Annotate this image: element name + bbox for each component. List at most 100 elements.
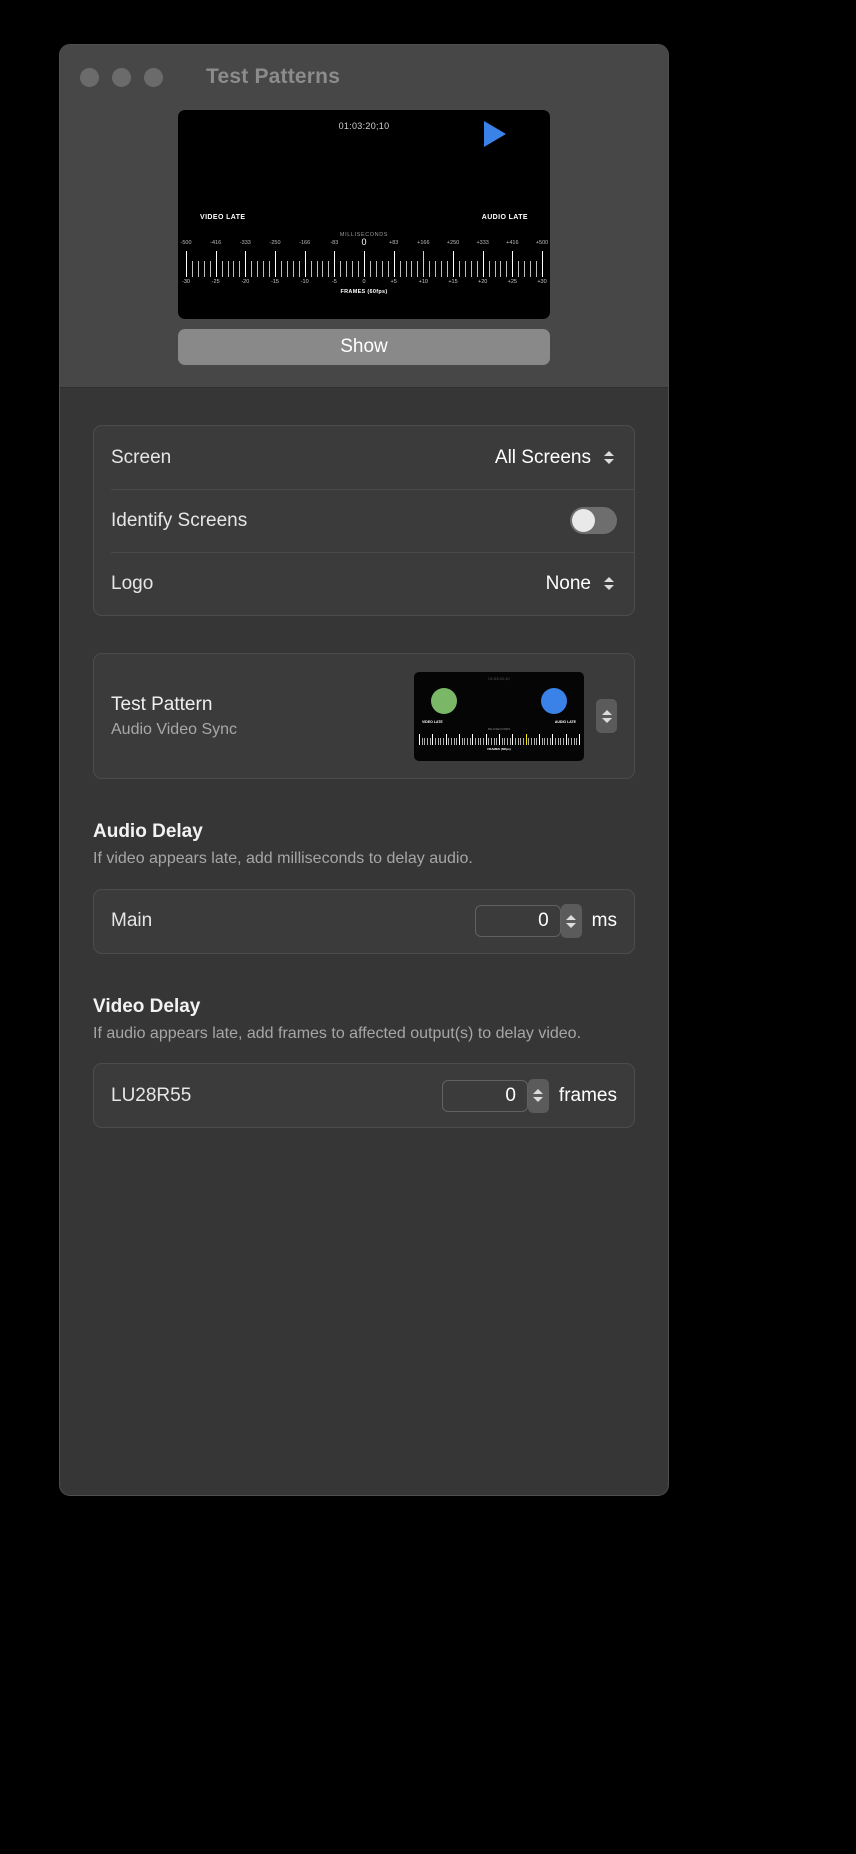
tick-mark [239,261,241,277]
tick-mark [441,261,443,277]
ms-tick-label: -166 [299,240,311,246]
preview-ms-tick-labels: -500 -416 -333 -250 -166 -83 0 +83 +166 +250 +333 +… [180,237,548,250]
tick-mark [393,251,395,277]
frame-tick-label: +25 [507,279,517,285]
tick-mark [525,733,527,745]
tick-mark [298,261,300,277]
tick-mark [443,737,444,745]
screen-value: All Screens [494,446,591,468]
display-settings-card: Screen All Screens Identify Screens Logo… [93,425,635,616]
chevron-down-icon [603,585,614,590]
tick-mark [251,261,253,277]
audio-delay-section: Audio Delay If video appears late, add m… [93,821,635,954]
video-delay-heading: Video Delay [93,995,201,1017]
tick-mark [448,737,450,745]
tick-mark [483,737,484,745]
tick-mark [421,737,423,745]
audio-delay-stepper-icon[interactable] [560,904,582,939]
frame-tick-label: -5 [331,279,337,285]
ms-tick-label: +333 [476,240,489,246]
tick-mark [485,733,487,745]
test-pattern-card: Test Pattern Audio Video Sync 01:03:20;1… [93,653,635,779]
preview-tick-marks [186,251,543,277]
video-delay-output-label: LU28R55 [111,1084,192,1106]
tick-mark [565,733,567,745]
thumbnail-timecode: 01:03:20;10 [488,675,510,681]
tick-mark [435,737,436,745]
chevron-up-icon [533,1089,544,1095]
green-circle-icon [431,687,457,714]
tick-mark [310,261,312,277]
tick-mark [417,261,419,277]
tick-mark [405,261,407,277]
screen-row[interactable]: Screen All Screens [94,426,634,489]
tick-mark [579,733,580,745]
tick-mark [472,733,474,745]
chevron-down-icon [566,922,577,928]
audio-delay-main-row: Main 0 ms [94,890,634,953]
video-delay-stepper-icon[interactable] [527,1078,549,1113]
frame-tick-label: 0 [362,279,366,285]
tick-mark [464,261,466,277]
screen-stepper-icon[interactable] [600,443,617,473]
tick-mark [494,261,496,277]
show-button[interactable]: Show [178,329,550,365]
frame-tick-label: +10 [418,279,428,285]
preview-audio-late-label: AUDIO LATE [481,214,528,221]
tick-mark [517,737,519,745]
frame-tick-label: -15 [271,279,279,285]
tick-mark [399,261,401,277]
logo-stepper-icon[interactable] [600,569,617,599]
tick-mark [491,737,492,745]
tick-mark [435,261,437,277]
toggle-knob [572,509,595,532]
tick-mark [496,737,498,745]
tick-mark [429,737,431,745]
identify-screens-toggle[interactable] [570,507,617,534]
tick-mark [445,733,447,745]
logo-row[interactable]: Logo None [94,552,634,615]
tick-mark [476,261,478,277]
tick-mark [304,251,306,277]
tick-mark [506,261,508,277]
tick-mark [328,261,330,277]
tick-mark [500,261,502,277]
tick-mark [352,261,354,277]
tick-mark [541,737,543,745]
tick-mark [524,261,526,277]
tick-mark [369,261,371,277]
tick-mark [358,261,360,277]
tick-mark [429,261,431,277]
tick-mark [381,261,383,277]
tick-mark [461,737,463,745]
test-pattern-row[interactable]: Test Pattern Audio Video Sync 01:03:20;1… [94,654,634,778]
audio-delay-input[interactable]: 0 [474,905,561,938]
settings-body: Screen All Screens Identify Screens Logo… [60,425,668,1129]
tick-mark [480,737,482,745]
close-button-icon[interactable] [80,67,99,87]
test-pattern-preview[interactable]: 01:03:20;10 VIDEO LATE AUDIO LATE MILLIS… [178,110,550,319]
tick-mark [316,261,318,277]
tick-mark [557,737,559,745]
tick-mark [560,737,562,745]
test-pattern-stepper-icon[interactable] [596,699,617,733]
minimize-button-icon[interactable] [112,67,131,87]
tick-mark [509,737,511,745]
tick-mark [544,737,546,745]
tick-mark [346,261,348,277]
ms-tick-label: -416 [210,240,222,246]
test-pattern-thumbnail[interactable]: 01:03:20;10 VIDEO LATE AUDIO LATE MILLIS… [414,671,584,761]
identify-screens-row[interactable]: Identify Screens [94,489,634,552]
preview-frames-label: FRAMES (60fps) [340,289,388,295]
tick-mark [280,261,282,277]
audio-delay-heading: Audio Delay [93,821,203,842]
tick-mark [340,261,342,277]
tick-mark [269,261,271,277]
tick-mark [257,261,259,277]
video-delay-section: Video Delay If audio appears late, add f… [93,996,635,1129]
video-delay-input[interactable]: 0 [441,1079,528,1112]
tick-mark [245,251,247,277]
ms-tick-label: +416 [506,240,519,246]
ms-tick-label: -83 [330,240,339,246]
zoom-button-icon[interactable] [144,67,163,87]
